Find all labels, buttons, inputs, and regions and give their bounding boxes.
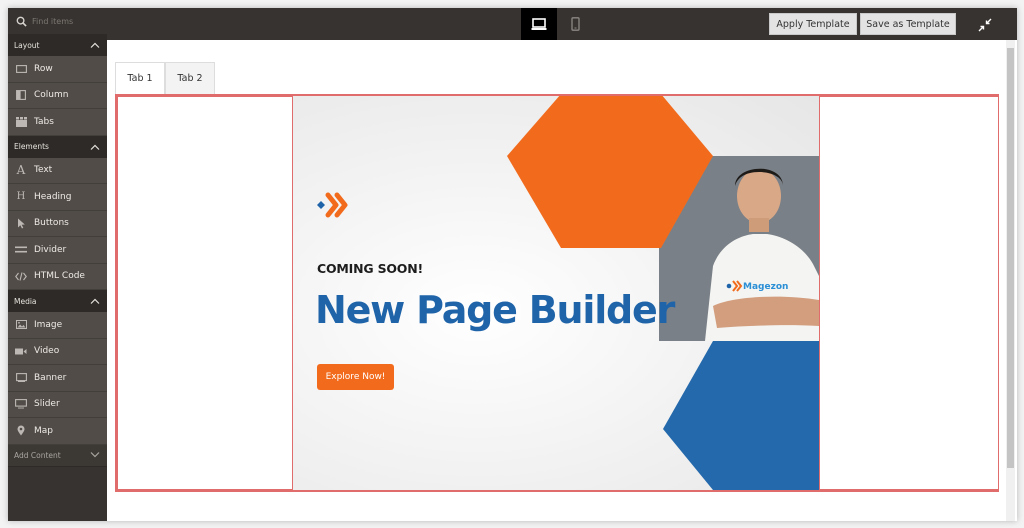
chevron-up-icon: [90, 42, 100, 48]
sidebar-item-column[interactable]: Column: [8, 82, 107, 109]
banner-headline: New Page Builder: [315, 288, 675, 332]
sidebar-item-image[interactable]: Image: [8, 312, 107, 339]
sidebar-item-divider[interactable]: Divider: [8, 237, 107, 264]
sidebar-item-label: Buttons: [34, 218, 69, 229]
chevron-up-icon: [90, 298, 100, 304]
top-toolbar: Apply Template Save as Template: [8, 8, 1017, 40]
banner-eyebrow: COMING SOON!: [317, 261, 423, 276]
tab-bar: Tab 1 Tab 2: [115, 62, 215, 94]
person-photo: Magezon: [705, 168, 819, 341]
sidebar-item-label: Divider: [34, 244, 67, 255]
section-title: Layout: [14, 40, 40, 50]
tab-1[interactable]: Tab 1: [115, 62, 165, 94]
search-box[interactable]: [8, 8, 108, 34]
tabs-icon: [15, 116, 27, 128]
shirt-brand-text: Magezon: [743, 282, 788, 292]
empty-column-left[interactable]: [117, 96, 293, 490]
row-icon: [15, 63, 27, 75]
sidebar-item-label: Video: [34, 346, 60, 357]
divider-icon: [15, 244, 27, 256]
add-content-label: Add Content: [14, 450, 61, 460]
selected-row[interactable]: Magezon COMING SOON! New Page Builder Ex…: [115, 94, 999, 492]
sidebar-item-label: Image: [34, 319, 63, 330]
column-icon: [15, 89, 27, 101]
sidebar-item-label: Map: [34, 425, 53, 436]
empty-column-right[interactable]: [819, 96, 999, 490]
sidebar-item-label: Slider: [34, 399, 60, 410]
sidebar-item-map[interactable]: Map: [8, 418, 107, 445]
chevron-up-icon: [90, 144, 100, 150]
sidebar-item-tabs[interactable]: Tabs: [8, 109, 107, 136]
tab-2[interactable]: Tab 2: [165, 62, 215, 94]
code-icon: [15, 270, 27, 282]
sidebar-item-banner[interactable]: Banner: [8, 365, 107, 392]
pointer-icon: [15, 217, 27, 229]
save-as-template-button[interactable]: Save as Template: [860, 13, 956, 35]
section-header-elements[interactable]: Elements: [8, 135, 107, 158]
banner-image[interactable]: Magezon COMING SOON! New Page Builder Ex…: [293, 96, 819, 490]
search-icon: [16, 16, 27, 27]
section-header-layout[interactable]: Layout: [8, 34, 107, 56]
sidebar-item-label: HTML Code: [34, 271, 85, 282]
section-title: Elements: [14, 142, 49, 151]
scrollbar-thumb[interactable]: [1007, 48, 1014, 468]
sidebar-item-label: Column: [34, 90, 69, 101]
desktop-view-button[interactable]: [521, 8, 557, 40]
banner-icon: [15, 372, 27, 384]
sidebar-item-label: Row: [34, 63, 53, 74]
sidebar-item-label: Heading: [34, 191, 72, 202]
blue-hexagon: [663, 341, 819, 490]
collapse-fullscreen-button[interactable]: [978, 17, 992, 32]
mobile-view-button[interactable]: [557, 8, 593, 40]
add-content-dropdown[interactable]: Add Content: [8, 444, 107, 467]
slider-icon: [15, 398, 27, 410]
search-input[interactable]: [32, 16, 102, 26]
brand-logo-icon: [317, 192, 348, 218]
apply-template-button[interactable]: Apply Template: [769, 13, 857, 35]
laptop-icon: [531, 17, 547, 30]
sidebar-item-label: Tabs: [34, 116, 54, 127]
map-pin-icon: [15, 425, 27, 437]
page-builder-window: Apply Template Save as Template Layout R…: [8, 8, 1017, 521]
sidebar-item-video[interactable]: Video: [8, 338, 107, 365]
explore-now-button[interactable]: Explore Now!: [317, 364, 394, 390]
text-icon: A: [16, 163, 26, 178]
chevron-down-icon: [90, 452, 100, 458]
sidebar-item-heading[interactable]: H Heading: [8, 184, 107, 211]
element-sidebar: Layout Row Column Tabs Elements A Text H…: [8, 34, 107, 521]
collapse-icon: [978, 18, 992, 32]
sidebar-item-label: Text: [34, 165, 53, 176]
heading-icon: H: [16, 191, 26, 203]
builder-canvas: Tab 1 Tab 2 Magezon COMING SOON! New Pag…: [107, 40, 1002, 521]
phone-icon: [570, 17, 580, 31]
video-icon: [15, 345, 27, 357]
sidebar-item-slider[interactable]: Slider: [8, 391, 107, 418]
section-header-media[interactable]: Media: [8, 290, 107, 312]
sidebar-item-buttons[interactable]: Buttons: [8, 210, 107, 237]
sidebar-item-row[interactable]: Row: [8, 56, 107, 83]
vertical-scrollbar[interactable]: [1006, 40, 1015, 521]
sidebar-item-html-code[interactable]: HTML Code: [8, 263, 107, 290]
sidebar-item-label: Banner: [34, 372, 67, 383]
sidebar-item-text[interactable]: A Text: [8, 157, 107, 184]
image-icon: [15, 319, 27, 331]
section-title: Media: [14, 296, 37, 306]
